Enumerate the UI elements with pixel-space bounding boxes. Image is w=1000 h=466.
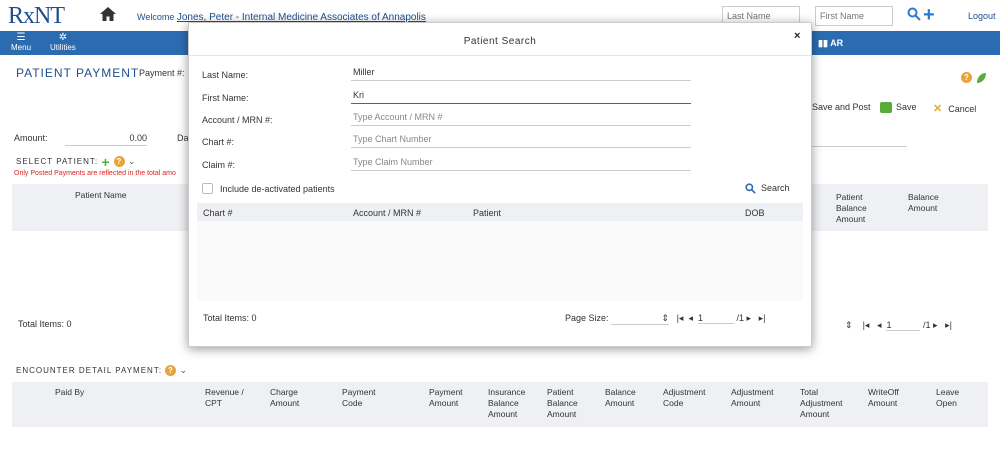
search-icon <box>745 183 756 194</box>
save-and-post-button[interactable]: Save and Post <box>812 102 871 112</box>
page-count: /1 <box>736 313 745 323</box>
page-size-select[interactable]: ⇕ <box>611 313 670 325</box>
header-icons: ? <box>961 72 987 84</box>
col-adjustment-code[interactable]: Adjustment Code <box>663 387 718 409</box>
page-size-label: Page Size: <box>565 313 609 323</box>
close-icon[interactable]: × <box>794 30 800 42</box>
chevron-down-icon[interactable]: ⌄ <box>128 156 137 166</box>
last-name-input[interactable] <box>351 64 691 81</box>
utilities-button[interactable]: ✲ Utilities <box>50 32 76 53</box>
first-page-icon[interactable]: |◂ <box>677 313 684 323</box>
col-account[interactable]: Account / MRN # <box>353 208 421 218</box>
rxnt-logo[interactable]: RxNT® <box>8 0 68 30</box>
save-button[interactable]: Save <box>880 102 917 114</box>
col-patient[interactable]: Patient <box>473 208 501 218</box>
first-name-input[interactable] <box>351 87 691 104</box>
col-patient-name[interactable]: Patient Name <box>75 190 127 201</box>
page-count: /1 <box>923 320 931 330</box>
modal-title: Patient Search <box>463 36 537 47</box>
help-icon[interactable]: ? <box>165 365 177 376</box>
col-patient-balance[interactable]: Patient Balance Amount <box>836 192 886 225</box>
page-size-spinner[interactable]: ⇕ <box>845 320 853 330</box>
ar-button[interactable]: ▮▮ AR <box>818 38 843 49</box>
gear-icon: ✲ <box>58 32 68 43</box>
close-icon: ✕ <box>933 103 943 115</box>
first-page-icon[interactable]: |◂ <box>863 320 870 330</box>
encounter-detail-title: ENCOUNTER DETAIL PAYMENT: ? ⌄ <box>16 365 189 376</box>
help-icon[interactable]: ? <box>113 156 125 168</box>
posted-payments-note: Only Posted Payments are reflected in th… <box>14 170 176 177</box>
results-grid-header: Chart # Account / MRN # Patient DOB <box>197 203 803 221</box>
col-paid-by[interactable]: Paid By <box>55 387 84 398</box>
next-page-icon[interactable]: ▸ <box>933 320 938 330</box>
chart-input[interactable] <box>351 131 691 148</box>
prev-page-icon[interactable]: ◂ <box>877 320 882 330</box>
col-payment-amount[interactable]: Payment Amount <box>429 387 479 409</box>
last-name-label: Last Name: <box>202 70 249 80</box>
page-input[interactable]: 1 <box>697 313 734 324</box>
chevron-down-icon[interactable]: ⌄ <box>180 365 189 375</box>
save-icon <box>880 102 892 114</box>
col-balance[interactable]: Balance Amount <box>908 192 958 214</box>
chart-label: Chart #: <box>202 137 235 147</box>
col-total-adjustment[interactable]: Total Adjustment Amount <box>800 387 855 420</box>
last-page-icon[interactable]: ▸| <box>945 320 952 330</box>
leaf-icon[interactable] <box>975 72 987 84</box>
field-underline[interactable] <box>812 146 907 147</box>
claim-input[interactable] <box>351 154 691 171</box>
last-page-icon[interactable]: ▸| <box>759 313 766 323</box>
first-name-label: First Name: <box>202 93 249 103</box>
menu-button[interactable]: ☰ Menu <box>11 32 31 53</box>
amount-label: Amount: <box>14 133 48 143</box>
results-grid-body <box>197 221 803 301</box>
search-button[interactable]: Search <box>745 183 790 194</box>
include-deactivated-checkbox[interactable] <box>202 183 213 194</box>
page-input[interactable]: 1 <box>886 320 921 331</box>
account-input[interactable] <box>351 109 691 126</box>
patient-pager: ⇕ |◂ ◂ 1 /1 ▸ ▸| <box>845 320 952 331</box>
date-label: Da <box>177 133 189 143</box>
col-adjustment-amount[interactable]: Adjustment Amount <box>731 387 786 409</box>
add-icon[interactable]: + <box>923 4 935 27</box>
amount-field[interactable]: 0.00 <box>65 133 147 146</box>
col-chart[interactable]: Chart # <box>203 208 233 218</box>
first-name-search-input[interactable] <box>815 6 893 26</box>
col-insurance-balance[interactable]: Insurance Balance Amount <box>488 387 538 420</box>
account-label: Account / MRN #: <box>202 115 273 125</box>
modal-pager: Page Size: ⇕ |◂ ◂ 1 /1 ▸ ▸| <box>565 313 765 325</box>
col-patient-balance[interactable]: Patient Balance Amount <box>547 387 597 420</box>
help-icon[interactable]: ? <box>961 72 972 84</box>
col-writeoff[interactable]: WriteOff Amount <box>868 387 918 409</box>
bar-chart-icon: ▮▮ <box>818 38 828 48</box>
add-patient-icon[interactable]: + <box>101 154 110 170</box>
page-title: PATIENT PAYMENT <box>16 66 140 80</box>
col-revenue-cpt[interactable]: Revenue / CPT <box>205 387 255 409</box>
include-deactivated-label: Include de-activated patients <box>220 184 335 194</box>
modal-total-items: Total Items: 0 <box>203 313 257 323</box>
search-icon[interactable] <box>907 7 921 21</box>
hamburger-icon: ☰ <box>16 32 26 43</box>
select-patient-label: SELECT PATIENT: + ? ⌄ <box>16 154 137 170</box>
cancel-button[interactable]: ✕ Cancel <box>933 102 976 115</box>
next-page-icon[interactable]: ▸ <box>747 313 752 323</box>
col-charge-amount[interactable]: Charge Amount <box>270 387 320 409</box>
total-items: Total Items: 0 <box>18 319 72 329</box>
logout-link[interactable]: Logout <box>968 11 996 21</box>
col-dob[interactable]: DOB <box>745 208 765 218</box>
prev-page-icon[interactable]: ◂ <box>688 313 693 323</box>
divider <box>189 55 811 56</box>
col-payment-code[interactable]: Payment Code <box>342 387 392 409</box>
col-balance-amount[interactable]: Balance Amount <box>605 387 655 409</box>
col-leave-open[interactable]: Leave Open <box>936 387 976 409</box>
patient-search-modal: Patient Search × Last Name: First Name: … <box>188 22 812 347</box>
home-icon[interactable] <box>99 5 117 23</box>
payment-number-label: Payment #: <box>139 68 185 78</box>
claim-label: Claim #: <box>202 160 236 170</box>
